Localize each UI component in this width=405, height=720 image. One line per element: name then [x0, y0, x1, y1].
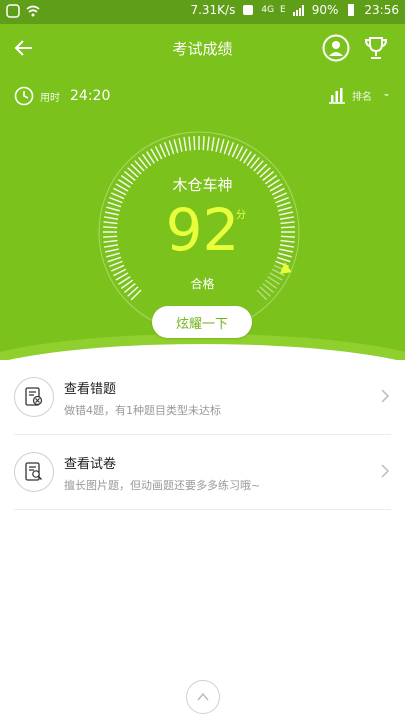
action-list: 查看错题 做错4题，有1种题目类型未达标 查看试卷 擅长图片题，但动画题还要多多…	[0, 360, 405, 510]
gauge-tick	[159, 144, 167, 158]
status-left-icons	[6, 4, 40, 18]
list-item-wrong-questions[interactable]: 查看错题 做错4题，有1种题目类型未达标	[14, 360, 391, 435]
exam-result: 合格	[190, 277, 215, 291]
score-hero: 考试成绩 用时 24:20 排名 - 木仓车神 92 分 合格 炫耀一下	[0, 24, 405, 360]
chevron-right-icon	[381, 464, 390, 478]
app-icon	[6, 4, 20, 18]
gauge-tick	[231, 144, 239, 158]
gauge-tick	[211, 137, 215, 152]
gauge-tick	[215, 137, 220, 152]
gauge-tick	[168, 140, 175, 155]
gauge-tick	[193, 136, 196, 151]
score-value: 92	[165, 196, 240, 264]
list-item-desc: 做错4题，有1种题目类型未达标	[64, 404, 221, 417]
gauge-tick	[163, 142, 171, 156]
gauge-tick	[223, 140, 230, 155]
network-extra: E	[280, 5, 286, 15]
status-time: 23:56	[364, 3, 399, 17]
network-speed: 7.31K/s	[190, 3, 236, 17]
gauge-tick	[188, 136, 192, 151]
gauge-tick	[183, 137, 187, 152]
gauge-tick	[173, 139, 179, 153]
battery-icon	[348, 4, 355, 16]
gauge-tick	[206, 136, 210, 151]
status-right: 7.31K/s 4G E 90% 23:56	[190, 3, 399, 17]
chevron-right-icon	[381, 389, 390, 403]
gauge-tick	[111, 264, 125, 272]
list-item-title: 查看试卷	[64, 457, 117, 472]
scroll-up-button[interactable]	[186, 680, 220, 714]
gauge-tick	[178, 137, 183, 152]
network-type: 4G	[261, 5, 275, 15]
gauge-tick	[219, 139, 225, 153]
list-item-desc: 擅长图片题，但动画题还要多多练习哦~	[64, 479, 261, 492]
notification-icon	[243, 5, 254, 15]
battery-percent: 90%	[311, 3, 339, 17]
view-paper-icon	[14, 452, 54, 492]
list-item-title: 查看错题	[64, 382, 117, 397]
score-unit: 分	[236, 210, 246, 221]
wrong-questions-icon	[14, 377, 54, 417]
share-button[interactable]: 炫耀一下	[152, 306, 252, 338]
list-item-view-paper[interactable]: 查看试卷 擅长图片题，但动画题还要多多练习哦~	[14, 435, 391, 510]
user-name: 木仓车神	[172, 176, 233, 194]
wifi-icon	[26, 5, 40, 17]
chevron-up-icon	[197, 692, 209, 701]
status-bar: 7.31K/s 4G E 90% 23:56	[0, 0, 405, 24]
signal-icon	[292, 5, 304, 16]
gauge-tick	[227, 142, 235, 156]
gauge-tick	[202, 136, 205, 151]
